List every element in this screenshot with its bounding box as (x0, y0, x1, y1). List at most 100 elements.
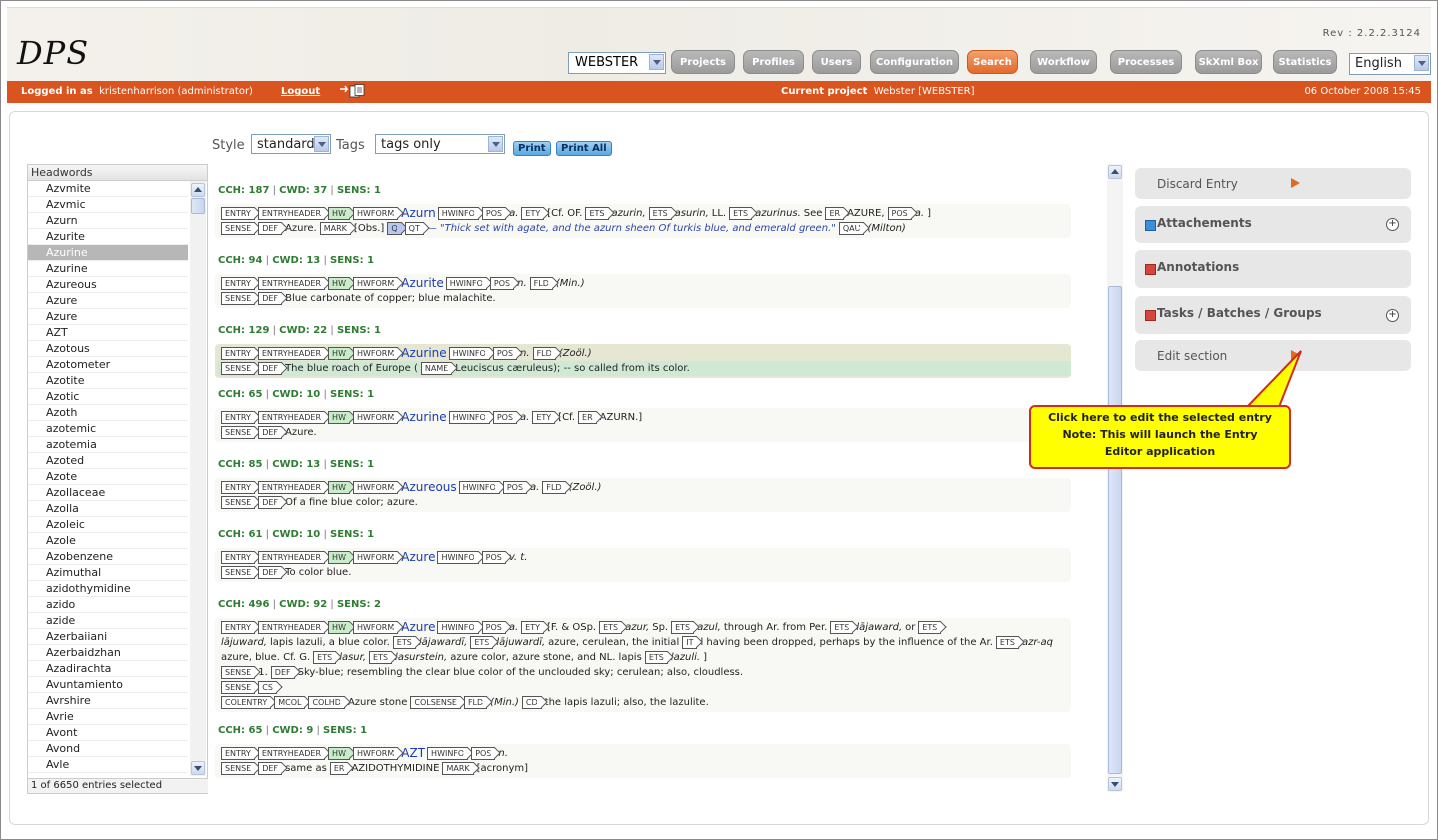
xml-tag[interactable]: ETS (830, 621, 854, 634)
xml-tag[interactable]: POS (887, 207, 912, 220)
scroll-down-icon[interactable] (1108, 777, 1122, 791)
xml-tag[interactable]: DEF (258, 222, 283, 235)
xml-tag[interactable]: HWINFO (437, 207, 479, 220)
xml-tag[interactable]: HWFORM (352, 551, 399, 564)
xml-tag[interactable]: HW (328, 411, 350, 424)
xml-tag[interactable]: ETS (918, 621, 942, 634)
xml-tag[interactable]: ENTRY (221, 747, 255, 760)
entry-body[interactable]: ENTRY ENTRYHEADER HW HWFORM Azurite HWINFO POS… (215, 274, 1071, 308)
nav-projects-button[interactable]: Projects (671, 50, 735, 74)
scroll-up-icon[interactable] (191, 183, 205, 197)
xml-tag[interactable]: HWFORM (352, 207, 399, 220)
xml-tag[interactable]: HWINFO (427, 747, 469, 760)
xml-tag[interactable]: HWFORM (352, 747, 399, 760)
xml-tag[interactable]: ENTRY (221, 207, 255, 220)
xml-tag[interactable]: COLSENSE (410, 696, 461, 709)
xml-tag[interactable]: SENSE (221, 762, 256, 775)
xml-tag[interactable]: ENTRYHEADER (257, 551, 326, 564)
xml-tag[interactable]: ETS (585, 207, 609, 220)
xml-tag[interactable]: ETS (995, 636, 1019, 649)
entries-scrollbar[interactable] (1107, 164, 1123, 792)
xml-tag[interactable]: HWINFO (445, 277, 487, 290)
xml-tag[interactable]: QT (404, 222, 424, 235)
xml-tag[interactable]: HWINFO (437, 551, 479, 564)
xml-tag[interactable]: POS (502, 481, 528, 494)
xml-tag[interactable]: COLHD (308, 696, 345, 709)
xml-tag[interactable]: SENSE (221, 426, 256, 439)
nav-search-button[interactable]: Search (967, 50, 1018, 74)
import-export-icon[interactable] (339, 84, 369, 98)
chevron-down-icon[interactable] (649, 54, 664, 70)
print-button[interactable]: Print (513, 141, 551, 156)
xml-tag[interactable]: FLD (529, 277, 553, 290)
scroll-down-icon[interactable] (191, 761, 205, 775)
dictionary-entry[interactable]: CCH: 65 | CWD: 10 | SENS: 1 ENTRY ENTRYHEA… (215, 388, 1071, 442)
headword-item[interactable]: Azerbaiiani (28, 629, 188, 645)
dictionary-entry[interactable]: CCH: 496 | CWD: 92 | SENS: 2 ENTRY ENTRYHE… (215, 598, 1071, 712)
attachments-section[interactable]: Attachements + (1135, 206, 1411, 243)
xml-tag[interactable]: POS (481, 207, 507, 220)
xml-tag[interactable]: QAU (838, 222, 865, 235)
xml-tag[interactable]: ENTRYHEADER (257, 207, 326, 220)
chevron-down-icon[interactable] (314, 136, 329, 152)
entry-body[interactable]: ENTRY ENTRYHEADER HW HWFORM Azure HWINFO POS v.… (215, 548, 1071, 582)
xml-tag[interactable]: CD (521, 696, 542, 709)
scroll-thumb[interactable] (191, 198, 205, 214)
xml-tag[interactable]: ETS (671, 621, 695, 634)
xml-tag[interactable]: MCOL (274, 696, 306, 709)
nav-configuration-button[interactable]: Configuration (870, 50, 959, 74)
headwords-scrollbar[interactable] (190, 181, 206, 776)
xml-tag[interactable]: FLD (463, 696, 488, 709)
xml-tag[interactable]: POS (492, 411, 518, 424)
headword-item[interactable]: Azole (28, 533, 188, 549)
headword-item[interactable]: Azotometer (28, 357, 188, 373)
nav-workflow-button[interactable]: Workflow (1030, 50, 1097, 74)
xml-tag[interactable]: ENTRY (221, 621, 255, 634)
headword-item[interactable]: Azurine (28, 245, 188, 261)
entry-body-selected[interactable]: ENTRY ENTRYHEADER HW HWFORM Azurine HWINFO POS… (215, 344, 1071, 378)
xml-tag[interactable]: ENTRYHEADER (257, 277, 326, 290)
tasks-section[interactable]: Tasks / Batches / Groups + (1135, 296, 1411, 334)
headword-item[interactable]: Azollaceae (28, 485, 188, 501)
dictionary-entry[interactable]: CCH: 61 | CWD: 10 | SENS: 1 ENTRY ENTRYHEA… (215, 528, 1071, 582)
xml-tag[interactable]: DEF (258, 426, 283, 439)
xml-tag[interactable]: DEF (258, 762, 283, 775)
xml-tag[interactable]: ENTRYHEADER (257, 481, 326, 494)
xml-tag[interactable]: SENSE (221, 680, 256, 694)
xml-tag[interactable]: FLD (532, 347, 556, 360)
xml-tag[interactable]: COLENTRY (221, 696, 272, 709)
xml-tag[interactable]: HW (328, 347, 350, 360)
xml-tag[interactable]: CS (258, 680, 277, 694)
xml-tag[interactable]: MARK (442, 762, 474, 775)
headword-item[interactable]: Avont (28, 725, 188, 741)
xml-tag[interactable]: HWINFO (437, 621, 479, 634)
headword-item[interactable]: Avond (28, 741, 188, 757)
headword-item[interactable]: Azimuthal (28, 565, 188, 581)
xml-tag[interactable]: ETS (648, 207, 672, 220)
nav-skxml-box-button[interactable]: SkXml Box (1195, 50, 1262, 74)
nav-users-button[interactable]: Users (812, 50, 861, 74)
xml-tag[interactable]: SENSE (221, 222, 256, 235)
xml-tag[interactable]: HWFORM (352, 277, 399, 290)
headword-item[interactable]: Azobenzene (28, 549, 188, 565)
dictionary-entry[interactable]: CCH: 94 | CWD: 13 | SENS: 1 ENTRY ENTRYHEA… (215, 254, 1071, 308)
headword-item[interactable]: Azure (28, 309, 188, 325)
headword-item[interactable]: azide (28, 613, 188, 629)
xml-tag[interactable]: ENTRYHEADER (257, 347, 326, 360)
headword-item[interactable]: Azurn (28, 213, 188, 229)
headword-item[interactable]: Azurine (28, 261, 188, 277)
headword-item[interactable]: Azadirachta (28, 661, 188, 677)
xml-tag[interactable]: IT (682, 636, 698, 649)
nav-statistics-button[interactable]: Statistics (1273, 50, 1337, 74)
headword-item[interactable]: azido (28, 597, 188, 613)
xml-tag[interactable]: ENTRYHEADER (257, 747, 326, 760)
xml-tag[interactable]: DEF (258, 362, 283, 375)
xml-tag[interactable]: ER (329, 762, 349, 775)
headword-item[interactable]: Avrie (28, 709, 188, 725)
chevron-down-icon[interactable] (1414, 55, 1429, 71)
xml-tag[interactable]: ENTRY (221, 411, 255, 424)
scroll-up-icon[interactable] (1108, 165, 1122, 179)
xml-tag[interactable]: DEF (258, 566, 283, 579)
xml-tag[interactable]: HW (328, 481, 350, 494)
headword-item[interactable]: azidothymidine (28, 581, 188, 597)
